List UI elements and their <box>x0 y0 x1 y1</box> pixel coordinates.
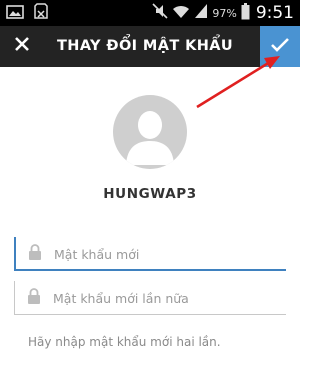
new-password-input[interactable] <box>54 243 284 265</box>
page-title: THAY ĐỔI MẬT KHẨU <box>57 38 234 54</box>
gallery-icon <box>6 4 24 23</box>
sd-card-icon <box>34 3 48 23</box>
notification-icons <box>6 3 48 23</box>
battery-icon <box>241 2 250 24</box>
confirm-button[interactable] <box>260 26 300 67</box>
avatar <box>113 95 187 169</box>
close-button[interactable] <box>8 32 36 60</box>
signal-icon <box>194 3 208 23</box>
lock-icon <box>27 287 41 305</box>
close-icon <box>14 36 30 56</box>
confirm-password-input[interactable] <box>53 287 283 309</box>
lock-icon <box>28 243 42 261</box>
system-indicators: 97% 9:51 <box>152 0 294 26</box>
status-bar: 97% 9:51 <box>0 0 300 26</box>
username: HUNGWAP3 <box>103 186 197 202</box>
app-bar: THAY ĐỔI MẬT KHẨU <box>0 26 300 67</box>
clock: 9:51 <box>255 3 294 23</box>
hint-text: Hãy nhập mật khẩu mới hai lần. <box>28 335 221 349</box>
default-avatar-icon <box>126 111 174 165</box>
new-password-field[interactable] <box>14 237 286 271</box>
checkmark-icon <box>270 37 290 57</box>
mute-icon <box>152 3 168 23</box>
battery-percent: 97% <box>212 6 237 20</box>
wifi-icon <box>172 3 190 23</box>
confirm-password-field[interactable] <box>14 281 286 315</box>
